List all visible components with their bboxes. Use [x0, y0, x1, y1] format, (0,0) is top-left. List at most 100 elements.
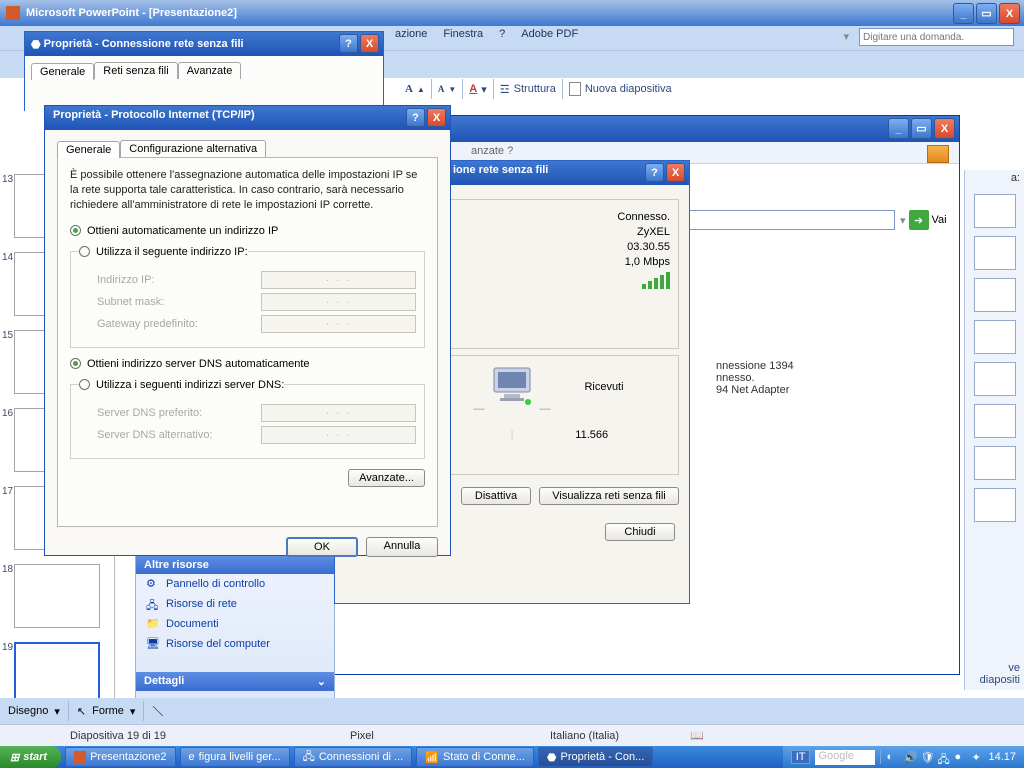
tcp-close-button[interactable]: X: [427, 108, 446, 127]
wireless-icon: 📶: [425, 751, 439, 764]
wprop-tab-advanced[interactable]: Avanzate: [178, 62, 242, 79]
powerpoint-icon: [74, 751, 86, 763]
dns1-field: . . .: [261, 404, 416, 422]
exp-close-button[interactable]: X: [934, 118, 955, 139]
wprop-close-button[interactable]: X: [360, 34, 379, 53]
font-color-icon[interactable]: A: [469, 83, 477, 95]
layout-thumb[interactable]: [974, 320, 1016, 354]
go-icon[interactable]: ➜: [909, 210, 929, 230]
signal-strength-icon: [642, 271, 670, 289]
dettagli-header[interactable]: Dettagli ⌄: [136, 672, 334, 691]
connection-1394-peek: nnessione 1394 nnesso. 94 Net Adapter: [716, 360, 836, 420]
slide-thumb[interactable]: [14, 642, 100, 698]
radio-auto-dns[interactable]: Ottieni indirizzo server DNS automaticam…: [70, 358, 425, 370]
menu-help[interactable]: ?: [499, 28, 505, 40]
altre-risorse-panel: Altre risorse ⚙ Pannello di controllo 🖧 …: [135, 555, 335, 720]
ok-button[interactable]: OK: [286, 537, 358, 557]
link-control-panel[interactable]: ⚙ Pannello di controllo: [136, 574, 334, 594]
layout-thumb[interactable]: [974, 404, 1016, 438]
tray-icon[interactable]: ●: [954, 751, 966, 763]
struttura-button[interactable]: Struttura: [514, 83, 556, 95]
advanced-button[interactable]: Avanzate...: [348, 469, 425, 487]
tcp-help-button[interactable]: ?: [406, 108, 425, 127]
tray-network-icon[interactable]: 🖧: [937, 751, 949, 763]
panel-title: a:: [965, 170, 1024, 186]
layout-thumb[interactable]: [974, 488, 1016, 522]
disegno-menu[interactable]: Disegno: [8, 705, 48, 717]
disable-button[interactable]: Disattiva: [461, 487, 531, 505]
view-networks-button[interactable]: Visualizza reti senza fili: [539, 487, 679, 505]
windows-flag-icon: [927, 145, 949, 163]
exp-maximize-button[interactable]: ▭: [911, 118, 932, 139]
wstat-close-button[interactable]: X: [666, 163, 685, 182]
ask-a-question-box[interactable]: [859, 28, 1014, 46]
forme-menu[interactable]: Forme: [92, 705, 124, 717]
askbox-dropdown-icon[interactable]: ▾: [843, 30, 849, 43]
cancel-button[interactable]: Annulla: [366, 537, 438, 557]
network-icon: ⬣: [31, 38, 41, 51]
slide-counter: Diapositiva 19 di 19: [70, 730, 166, 742]
taskbar-item-ie[interactable]: e figura livelli ger...: [180, 747, 290, 767]
wprop-tab-wireless[interactable]: Reti senza fili: [94, 62, 177, 79]
taskbar-item-properties[interactable]: ⬣ Proprietà - Con...: [538, 747, 653, 767]
font-size-dec-icon[interactable]: A: [438, 84, 445, 94]
wstat-help-button[interactable]: ?: [645, 163, 664, 182]
tray-shield-icon[interactable]: 🛡: [920, 751, 932, 763]
tcp-titlebar[interactable]: Proprietà - Protocollo Internet (TCP/IP)…: [45, 106, 450, 130]
taskbar-item-powerpoint[interactable]: Presentazione2: [65, 747, 175, 767]
wprop-help-button[interactable]: ?: [339, 34, 358, 53]
layout-thumb[interactable]: [974, 446, 1016, 480]
tray-volume-icon[interactable]: 🔊: [903, 751, 915, 763]
go-label[interactable]: Vai: [932, 214, 947, 226]
layout-thumb[interactable]: [974, 236, 1016, 270]
wprop-titlebar[interactable]: ⬣ Proprietà - Connessione rete senza fil…: [25, 32, 383, 56]
start-button[interactable]: ⊞ start: [0, 746, 61, 768]
line-icon[interactable]: ＼: [152, 703, 163, 719]
spellcheck-icon[interactable]: 📖: [690, 729, 704, 742]
tcp-tab-alt[interactable]: Configurazione alternativa: [120, 140, 266, 157]
layout-thumb[interactable]: [974, 362, 1016, 396]
taskbar-item-status[interactable]: 📶 Stato di Conne...: [416, 747, 534, 767]
gateway-field: . . .: [261, 315, 416, 333]
clock[interactable]: 14.17: [988, 751, 1016, 763]
menu-adobe[interactable]: Adobe PDF: [521, 28, 578, 40]
status-bar: Diapositiva 19 di 19 Pixel Italiano (Ita…: [0, 724, 1024, 746]
tcpip-properties-dialog: Proprietà - Protocollo Internet (TCP/IP)…: [44, 105, 451, 556]
radio-static-dns[interactable]: Utilizza i seguenti indirizzi server DNS…: [79, 379, 284, 391]
tray-icon[interactable]: ◐: [886, 751, 898, 763]
layout-thumb[interactable]: [974, 194, 1016, 228]
menu-window[interactable]: Finestra: [443, 28, 483, 40]
radio-static-ip[interactable]: Utilizza il seguente indirizzo IP:: [79, 246, 248, 258]
pp-maximize-button[interactable]: ▭: [976, 3, 997, 24]
wprop-tab-general[interactable]: Generale: [31, 63, 94, 80]
computer-icon: 🖥: [146, 637, 160, 651]
windows-logo-icon: ⊞: [10, 751, 19, 764]
layout-thumb[interactable]: [974, 278, 1016, 312]
tray-icon[interactable]: ✦: [971, 751, 983, 763]
google-deskbar[interactable]: Google: [815, 750, 875, 765]
network-icon: ⬣: [547, 751, 557, 764]
font-size-icon[interactable]: A: [405, 83, 413, 95]
dns2-field: . . .: [261, 426, 416, 444]
language-indicator[interactable]: IT: [791, 750, 811, 764]
taskbar-item-connections[interactable]: 🖧 Connessioni di ...: [294, 747, 413, 767]
exp-minimize-button[interactable]: _: [888, 118, 909, 139]
pointer-icon[interactable]: ↖: [77, 705, 86, 718]
menu-item[interactable]: azione: [395, 28, 427, 40]
slide-thumb[interactable]: [14, 564, 100, 628]
close-button[interactable]: Chiudi: [605, 523, 675, 541]
outline-icon[interactable]: ☲: [500, 83, 510, 96]
pp-minimize-button[interactable]: _: [953, 3, 974, 24]
link-network-places[interactable]: 🖧 Risorse di rete: [136, 594, 334, 614]
nuova-diapositiva-button[interactable]: Nuova diapositiva: [585, 83, 672, 95]
radio-auto-ip[interactable]: Ottieni automaticamente un indirizzo IP: [70, 225, 425, 237]
link-documents[interactable]: 📁 Documenti: [136, 614, 334, 634]
tcp-tab-general[interactable]: Generale: [57, 141, 120, 158]
powerpoint-titlebar: Microsoft PowerPoint - [Presentazione2] …: [0, 0, 1024, 26]
activity-computer-icon: [486, 364, 538, 406]
pp-close-button[interactable]: X: [999, 3, 1020, 24]
new-slide-icon[interactable]: [569, 82, 581, 96]
link-my-computer[interactable]: 🖥 Risorse del computer: [136, 634, 334, 654]
address-dropdown-icon[interactable]: ▾: [900, 214, 906, 227]
radio-icon: [79, 379, 90, 390]
